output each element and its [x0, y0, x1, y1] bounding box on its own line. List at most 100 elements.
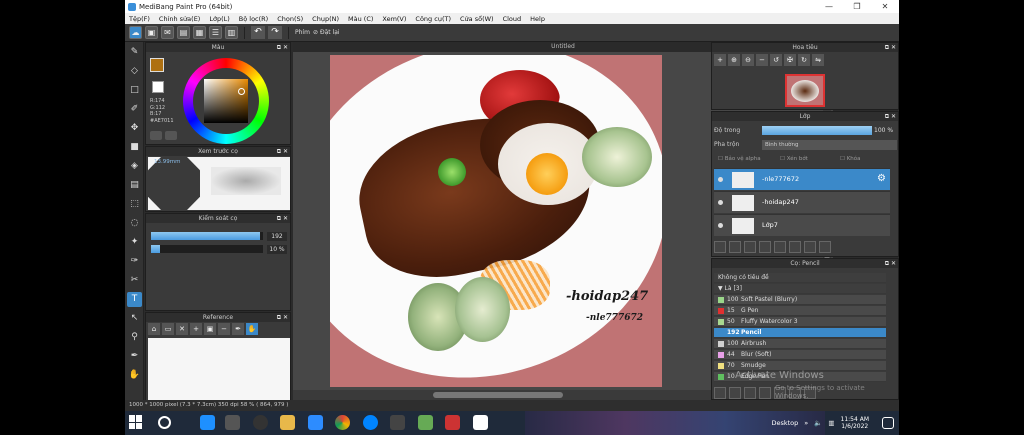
brush-item[interactable]: 15 G Pen — [714, 306, 886, 316]
fit-icon[interactable]: ▣ — [204, 323, 216, 335]
brush-tool-icon[interactable]: ✎ — [127, 45, 142, 60]
edge-icon[interactable] — [200, 415, 215, 430]
hand-icon[interactable]: ✋ — [246, 323, 258, 335]
new-layer-icon[interactable] — [714, 241, 726, 253]
menu-color[interactable]: Màu (C) — [348, 15, 373, 23]
eraser-tool-icon[interactable]: ◇ — [127, 64, 142, 79]
notification-icon[interactable] — [882, 417, 894, 429]
grid-icon[interactable]: ▦ — [193, 26, 206, 39]
layer-row[interactable]: Lớp7 — [714, 214, 890, 236]
windows-start-icon[interactable] — [129, 415, 143, 429]
layer-opacity-slider[interactable] — [762, 126, 872, 135]
navigator-thumbnail[interactable] — [785, 74, 825, 107]
medibang-icon[interactable] — [473, 415, 488, 430]
brush-opacity-slider[interactable] — [151, 245, 263, 253]
monitor-icon[interactable] — [390, 415, 405, 430]
app-icon[interactable] — [418, 415, 433, 430]
lock-checkbox[interactable]: ☐ Khóa — [840, 156, 861, 162]
zoom-in-icon[interactable]: ⊕ — [728, 54, 740, 66]
fit-icon[interactable]: ✠ — [784, 54, 796, 66]
merge-layer-icon[interactable] — [804, 241, 816, 253]
gradient-tool-icon[interactable]: ▤ — [127, 178, 142, 193]
color-picker-handle[interactable] — [238, 88, 245, 95]
menu-select[interactable]: Chọn(S) — [277, 15, 303, 23]
blend-mode-select[interactable]: Bình thường — [762, 140, 897, 150]
lasso-tool-icon[interactable]: ◌ — [127, 216, 142, 231]
layer-options-icon[interactable] — [759, 241, 771, 253]
gear-icon[interactable]: ⚙ — [877, 173, 886, 184]
list-icon[interactable]: ☰ — [209, 26, 222, 39]
menu-snap[interactable]: Chụp(N) — [312, 15, 339, 23]
folder-icon[interactable] — [774, 241, 786, 253]
palette-button[interactable] — [150, 131, 162, 140]
eye-icon[interactable] — [718, 177, 723, 182]
pick-color-icon[interactable]: ✒ — [232, 323, 244, 335]
network-icon[interactable]: ▥ — [828, 419, 834, 427]
page-icon[interactable]: ▥ — [225, 26, 238, 39]
artwork-canvas[interactable]: -hoidap247 -nle777672 — [330, 55, 662, 387]
brush-size-slider[interactable] — [151, 232, 263, 240]
share-icon[interactable]: ▤ — [177, 26, 190, 39]
eye-icon[interactable] — [718, 223, 723, 228]
magic-wand-icon[interactable]: ✦ — [127, 235, 142, 250]
volume-icon[interactable]: 🔈 — [814, 419, 822, 427]
duplicate-layer-icon[interactable] — [789, 241, 801, 253]
color-wheel[interactable] — [183, 58, 269, 144]
operation-tool-icon[interactable]: ↖ — [127, 311, 142, 326]
brush-item[interactable]: 192Pencil — [714, 328, 886, 338]
zoom-in-icon[interactable]: + — [714, 54, 726, 66]
dropper-tool-icon[interactable]: ⚲ — [127, 330, 142, 345]
panel-controls-icon[interactable]: ⧉ ✕ — [885, 43, 896, 52]
home-icon[interactable]: ⌂ — [148, 323, 160, 335]
rotate-left-icon[interactable]: ↺ — [770, 54, 782, 66]
rotate-right-icon[interactable]: ↻ — [798, 54, 810, 66]
color-mode-button[interactable] — [165, 131, 177, 140]
cloud-icon[interactable]: ☁ — [129, 26, 142, 39]
layer-row[interactable]: -nle777672 ⚙ — [714, 168, 890, 190]
download-brush-icon[interactable] — [759, 387, 771, 399]
menu-cloud[interactable]: Cloud — [503, 15, 522, 23]
new-layer-8bit-icon[interactable] — [729, 241, 741, 253]
select-eraser-icon[interactable]: ✂ — [127, 273, 142, 288]
app-icon[interactable] — [445, 415, 460, 430]
new-brush-icon[interactable] — [729, 387, 741, 399]
zoom-in-icon[interactable]: + — [190, 323, 202, 335]
search-icon[interactable] — [158, 416, 171, 429]
text-tool-icon[interactable]: T — [127, 292, 142, 307]
media-icon[interactable] — [253, 415, 268, 430]
flip-icon[interactable]: ⇋ — [812, 54, 824, 66]
protect-alpha-checkbox[interactable]: ☐ Bảo vệ alpha — [718, 156, 761, 162]
panel-controls-icon[interactable]: ⧉ ✕ — [277, 43, 288, 52]
new-layer-1bit-icon[interactable] — [744, 241, 756, 253]
brush-options-icon[interactable] — [744, 387, 756, 399]
desktop-label[interactable]: Desktop — [771, 419, 798, 427]
pen-tool-icon[interactable]: ✐ — [127, 102, 142, 117]
saturation-square[interactable] — [204, 79, 248, 123]
trash-icon[interactable] — [819, 241, 831, 253]
messenger-icon[interactable] — [363, 415, 378, 430]
undo-icon[interactable]: ↶ — [251, 26, 265, 39]
menu-tools[interactable]: Công cụ(T) — [415, 15, 451, 23]
eyedropper-icon[interactable]: ✒ — [127, 349, 142, 364]
panel-controls-icon[interactable]: ⧉ ✕ — [277, 214, 288, 223]
menu-file[interactable]: Tệp(F) — [129, 15, 150, 23]
brush-group[interactable]: ▼ Là [3] — [714, 284, 886, 294]
maximize-button[interactable]: ❐ — [843, 0, 871, 13]
menu-layer[interactable]: Lớp(L) — [209, 15, 229, 23]
folder-icon[interactable] — [280, 415, 295, 430]
brush-item[interactable]: 50 Fluffy Watercolor 3 — [714, 317, 886, 327]
store-icon[interactable] — [225, 415, 240, 430]
menu-view[interactable]: Xem(V) — [382, 15, 406, 23]
bucket-tool-icon[interactable]: ◈ — [127, 159, 142, 174]
folder-icon[interactable]: ▭ — [162, 323, 174, 335]
reset-snap-button[interactable]: ⊘ Đặt lại — [313, 29, 340, 36]
panel-controls-icon[interactable]: ⧉ ✕ — [885, 112, 896, 121]
redo-icon[interactable]: ↷ — [268, 26, 282, 39]
brush-group[interactable]: Không có tiêu đề — [714, 273, 886, 283]
add-brush-icon[interactable] — [714, 387, 726, 399]
menu-help[interactable]: Help — [530, 15, 545, 23]
select-tool-icon[interactable]: ⬚ — [127, 197, 142, 212]
brush-item[interactable]: 100 Soft Pastel (Blurry) — [714, 295, 886, 305]
close-icon[interactable]: ✕ — [176, 323, 188, 335]
brush-item[interactable]: 44 Blur (Soft) — [714, 350, 886, 360]
